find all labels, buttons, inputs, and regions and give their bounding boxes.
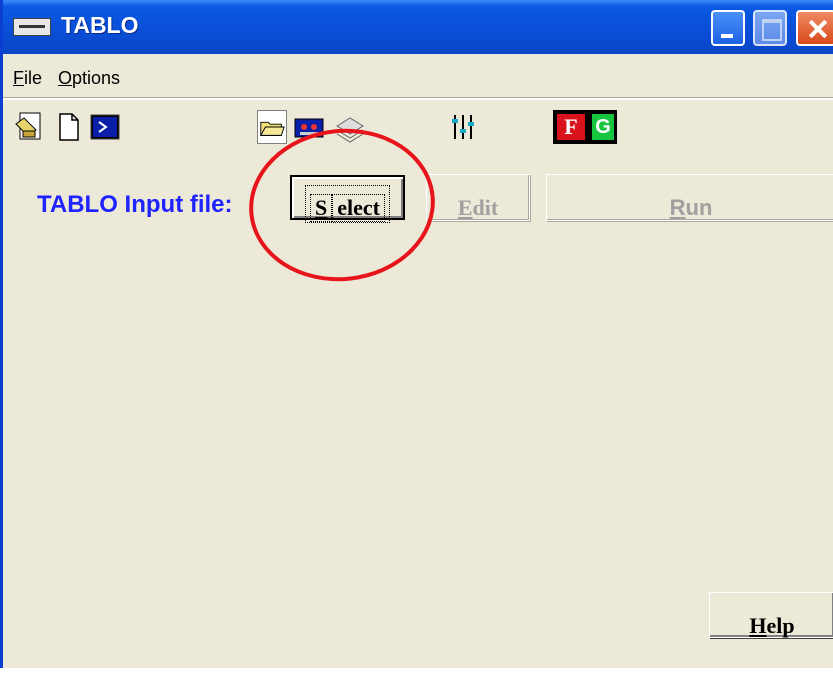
edit-document-icon[interactable] bbox=[13, 110, 45, 144]
layers-icon[interactable] bbox=[333, 110, 367, 144]
edit-button[interactable]: Edit bbox=[426, 174, 530, 221]
close-button[interactable] bbox=[796, 10, 833, 46]
g-icon[interactable]: G bbox=[589, 110, 617, 144]
select-button[interactable]: Select bbox=[290, 175, 405, 223]
window-title: TABLO bbox=[61, 12, 139, 38]
g-icon-label: G bbox=[592, 114, 614, 140]
f-icon[interactable]: F bbox=[553, 110, 589, 144]
tablo-input-file-label: TABLO Input file: bbox=[37, 191, 233, 218]
help-button[interactable]: Help bbox=[709, 592, 833, 638]
maximize-button[interactable] bbox=[753, 10, 787, 46]
app-icon[interactable] bbox=[13, 18, 51, 36]
title-bar[interactable]: TABLO bbox=[3, 0, 833, 54]
minimize-button[interactable] bbox=[711, 10, 745, 46]
tablo-window: TABLO File Options F G TABLO Input file:… bbox=[0, 0, 833, 687]
window-bottom-edge bbox=[0, 668, 833, 687]
sliders-icon[interactable] bbox=[447, 110, 479, 144]
f-icon-label: F bbox=[557, 114, 585, 140]
toolbar-separator bbox=[3, 97, 833, 100]
tape-icon[interactable] bbox=[292, 110, 326, 144]
menu-bar: File Options bbox=[3, 60, 833, 94]
run-button[interactable]: Run bbox=[546, 174, 833, 221]
menu-file[interactable]: File bbox=[13, 68, 42, 89]
menu-options[interactable]: Options bbox=[58, 68, 120, 89]
command-prompt-icon[interactable] bbox=[89, 110, 121, 144]
open-folder-icon[interactable] bbox=[257, 110, 287, 144]
new-file-icon[interactable] bbox=[52, 110, 84, 144]
